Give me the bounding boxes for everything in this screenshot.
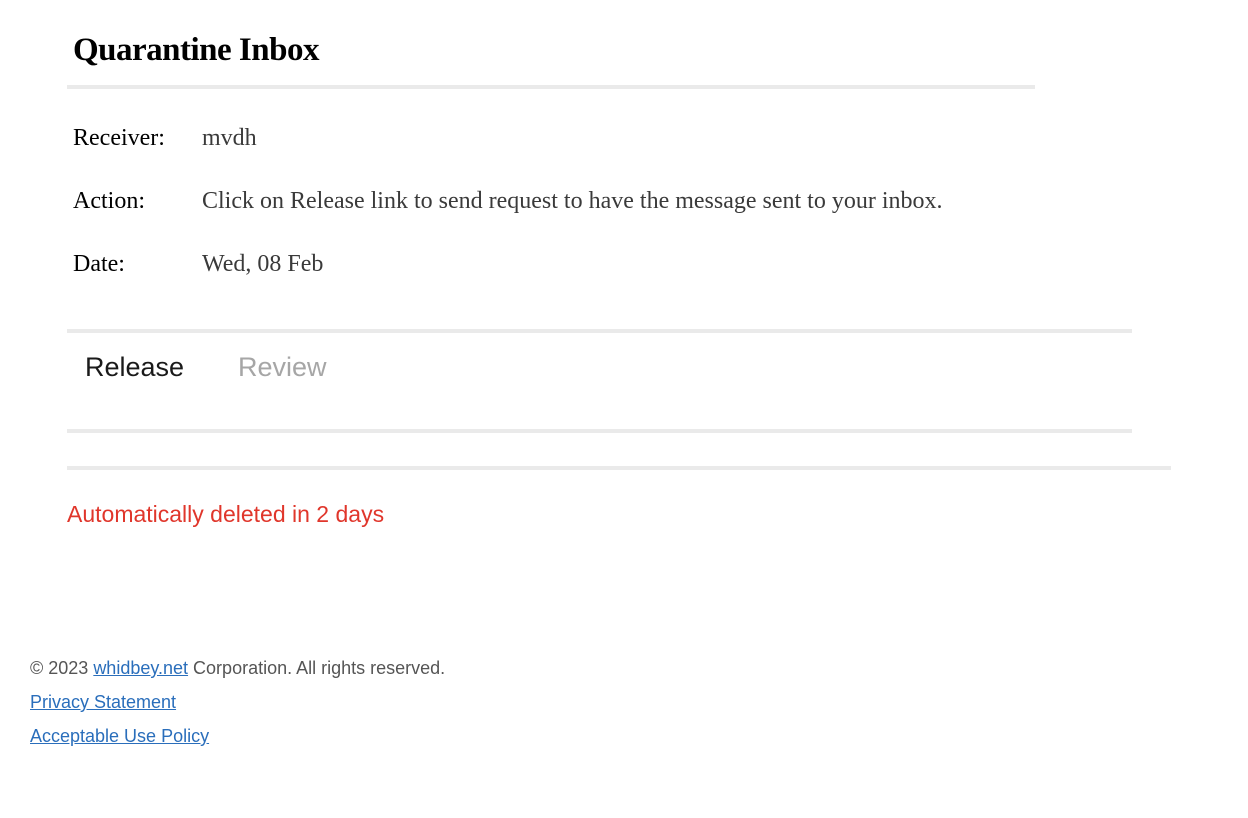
title-divider xyxy=(67,85,1035,89)
aup-row: Acceptable Use Policy xyxy=(30,724,209,748)
acceptable-use-policy-link[interactable]: Acceptable Use Policy xyxy=(30,726,209,746)
copyright-suffix: Corporation. All rights reserved. xyxy=(188,658,446,678)
actions-bottom-divider xyxy=(67,429,1132,433)
expiry-notice: Automatically deleted in 2 days xyxy=(67,501,385,527)
action-value: Click on Release link to send request to… xyxy=(202,188,943,214)
expiry-divider xyxy=(67,466,1171,470)
date-label: Date: xyxy=(73,251,125,277)
receiver-value: mvdh xyxy=(202,125,257,151)
receiver-label: Receiver: xyxy=(73,125,165,151)
release-link[interactable]: Release xyxy=(85,350,184,384)
page-title: Quarantine Inbox xyxy=(73,32,319,68)
privacy-statement-link[interactable]: Privacy Statement xyxy=(30,692,176,712)
action-label: Action: xyxy=(73,188,145,214)
privacy-row: Privacy Statement xyxy=(30,690,176,714)
review-link[interactable]: Review xyxy=(238,350,327,384)
company-link[interactable]: whidbey.net xyxy=(93,658,188,678)
copyright-prefix: © 2023 xyxy=(30,658,94,678)
actions-top-divider xyxy=(67,329,1132,333)
copyright-notice: © 2023 whidbey.net Corporation. All righ… xyxy=(30,656,445,680)
date-value: Wed, 08 Feb xyxy=(202,251,324,277)
